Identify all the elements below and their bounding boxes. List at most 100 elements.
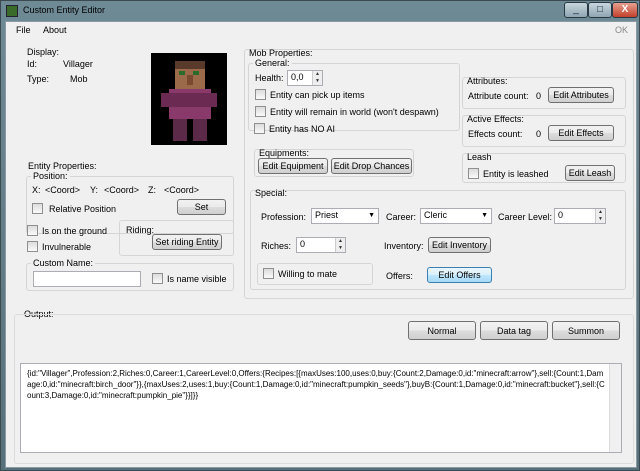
menu-file[interactable]: File: [16, 25, 31, 35]
profession-combo[interactable]: Priest ▼: [311, 208, 379, 224]
equipments-title: Equipments:: [259, 148, 310, 158]
app-window: Custom Entity Editor _ □ X File About OK…: [0, 0, 640, 471]
on-ground-checkbox[interactable]: [27, 225, 38, 236]
health-value: 0,0: [291, 72, 304, 82]
mate-box: Willing to mate: [257, 263, 373, 285]
output-text: {id:"Villager",Profession:2,Riches:0,Car…: [27, 369, 605, 400]
relative-position-checkbox[interactable]: [32, 203, 43, 214]
position-title: Position:: [31, 171, 70, 181]
custom-name-group: Custom Name: Is name visible: [26, 258, 234, 291]
no-ai-checkbox[interactable]: [254, 123, 265, 134]
on-ground-label: Is on the ground: [42, 226, 108, 236]
custom-name-input[interactable]: [33, 271, 141, 287]
attributes-title: Attributes:: [467, 76, 508, 86]
z-label: Z:: [148, 185, 156, 195]
set-riding-entity-button[interactable]: Set riding Entity: [152, 234, 222, 250]
data-tag-button[interactable]: Data tag: [480, 321, 548, 340]
villager-portrait-image: [151, 53, 227, 145]
effects-count-label: Effects count:: [468, 129, 523, 139]
maximize-button[interactable]: □: [588, 2, 612, 18]
attributes-group: Attributes: Attribute count: 0 Edit Attr…: [462, 76, 626, 109]
riches-spinner[interactable]: 0 ▲ ▼: [296, 237, 346, 253]
offers-label: Offers:: [386, 271, 413, 281]
career-label: Career:: [386, 212, 417, 222]
equipments-group: Equipments: Edit Equipment Edit Drop Cha…: [254, 148, 414, 177]
id-value: Villager: [63, 59, 93, 69]
edit-equipment-button[interactable]: Edit Equipment: [258, 158, 328, 174]
general-group: General: Health: 0,0 ▲ ▼ Entity can pick …: [248, 58, 460, 131]
riding-label: Riding:: [126, 225, 155, 235]
spinner-arrows-icon[interactable]: ▲ ▼: [335, 238, 345, 252]
output-textbox[interactable]: {id:"Villager",Profession:2,Riches:0,Car…: [20, 363, 622, 453]
type-label: Type:: [27, 74, 50, 84]
inventory-label: Inventory:: [384, 241, 424, 251]
can-pick-up-checkbox[interactable]: [255, 89, 266, 100]
riches-value: 0: [300, 239, 306, 249]
edit-inventory-button[interactable]: Edit Inventory: [428, 237, 491, 253]
close-button[interactable]: X: [612, 2, 638, 18]
id-label: Id:: [27, 59, 38, 69]
invulnerable-label: Invulnerable: [42, 242, 92, 252]
type-value: Mob: [70, 74, 88, 84]
title-bar[interactable]: Custom Entity Editor _ □ X: [1, 1, 640, 21]
y-label: Y:: [90, 185, 99, 195]
edit-leash-button[interactable]: Edit Leash: [565, 165, 615, 181]
minecraft-block-icon: [6, 5, 18, 17]
normal-button[interactable]: Normal: [408, 321, 476, 340]
output-scrollbar[interactable]: [609, 364, 621, 452]
edit-attributes-button[interactable]: Edit Attributes: [548, 87, 614, 103]
profession-label: Profession:: [261, 212, 307, 222]
summon-button[interactable]: Summon: [552, 321, 620, 340]
remain-in-world-checkbox[interactable]: [255, 106, 266, 117]
edit-effects-button[interactable]: Edit Effects: [548, 125, 614, 141]
menu-bar: File About OK: [6, 22, 636, 39]
no-ai-label: Entity has NO AI: [269, 124, 336, 134]
effects-count-value: 0: [536, 129, 542, 139]
career-level-spinner[interactable]: 0 ▲ ▼: [554, 208, 606, 224]
custom-name-title: Custom Name:: [31, 258, 96, 268]
invulnerable-checkbox[interactable]: [27, 241, 38, 252]
special-title: Special:: [255, 188, 288, 198]
active-effects-title: Active Effects:: [467, 114, 524, 124]
ok-menu[interactable]: OK: [615, 25, 628, 35]
attribute-count-label: Attribute count:: [468, 91, 529, 101]
general-title: General:: [253, 58, 292, 68]
edit-drop-chances-button[interactable]: Edit Drop Chances: [331, 158, 412, 174]
willing-to-mate-checkbox[interactable]: [263, 268, 274, 279]
active-effects-group: Active Effects: Effects count: 0 Edit Ef…: [462, 114, 626, 147]
attribute-count-value: 0: [536, 91, 542, 101]
menu-about[interactable]: About: [43, 25, 67, 35]
career-combo[interactable]: Cleric ▼: [420, 208, 492, 224]
chevron-down-icon: ▼: [368, 212, 375, 219]
is-leashed-checkbox[interactable]: [468, 168, 479, 179]
mob-properties-title: Mob Properties:: [249, 48, 313, 58]
client-area: File About OK Display: Id: Villager Type…: [5, 21, 637, 468]
x-label: X:: [32, 185, 41, 195]
willing-to-mate-label: Willing to mate: [278, 269, 338, 279]
riches-label: Riches:: [261, 241, 292, 251]
display-title: Display:: [27, 47, 60, 57]
close-icon: X: [621, 4, 629, 15]
spinner-arrows-icon[interactable]: ▲ ▼: [312, 71, 322, 85]
leash-group: Leash Entity is leashed Edit Leash: [462, 152, 626, 183]
remain-in-world-label: Entity will remain in world (won't despa…: [270, 107, 439, 117]
profession-value: Priest: [315, 210, 339, 220]
relative-position-label: Relative Position: [49, 204, 117, 214]
can-pick-up-label: Entity can pick up items: [270, 90, 365, 100]
spinner-arrows-icon[interactable]: ▲ ▼: [595, 209, 605, 223]
minimize-button[interactable]: _: [564, 2, 588, 18]
leash-title: Leash: [467, 152, 492, 162]
entity-properties-title: Entity Properties:: [28, 161, 97, 171]
z-value: <Coord>: [164, 185, 200, 195]
window-title: Custom Entity Editor: [23, 5, 106, 15]
career-level-label: Career Level:: [498, 212, 553, 222]
riding-group: Riding: Set riding Entity: [119, 220, 234, 256]
x-value: <Coord>: [45, 185, 81, 195]
edit-offers-button[interactable]: Edit Offers: [427, 267, 492, 283]
set-position-button[interactable]: Set: [177, 199, 226, 215]
health-spinner[interactable]: 0,0 ▲ ▼: [287, 70, 323, 86]
name-visible-checkbox[interactable]: [152, 273, 163, 284]
chevron-down-icon: ▼: [481, 212, 488, 219]
health-label: Health:: [255, 73, 284, 83]
name-visible-label: Is name visible: [167, 274, 227, 284]
